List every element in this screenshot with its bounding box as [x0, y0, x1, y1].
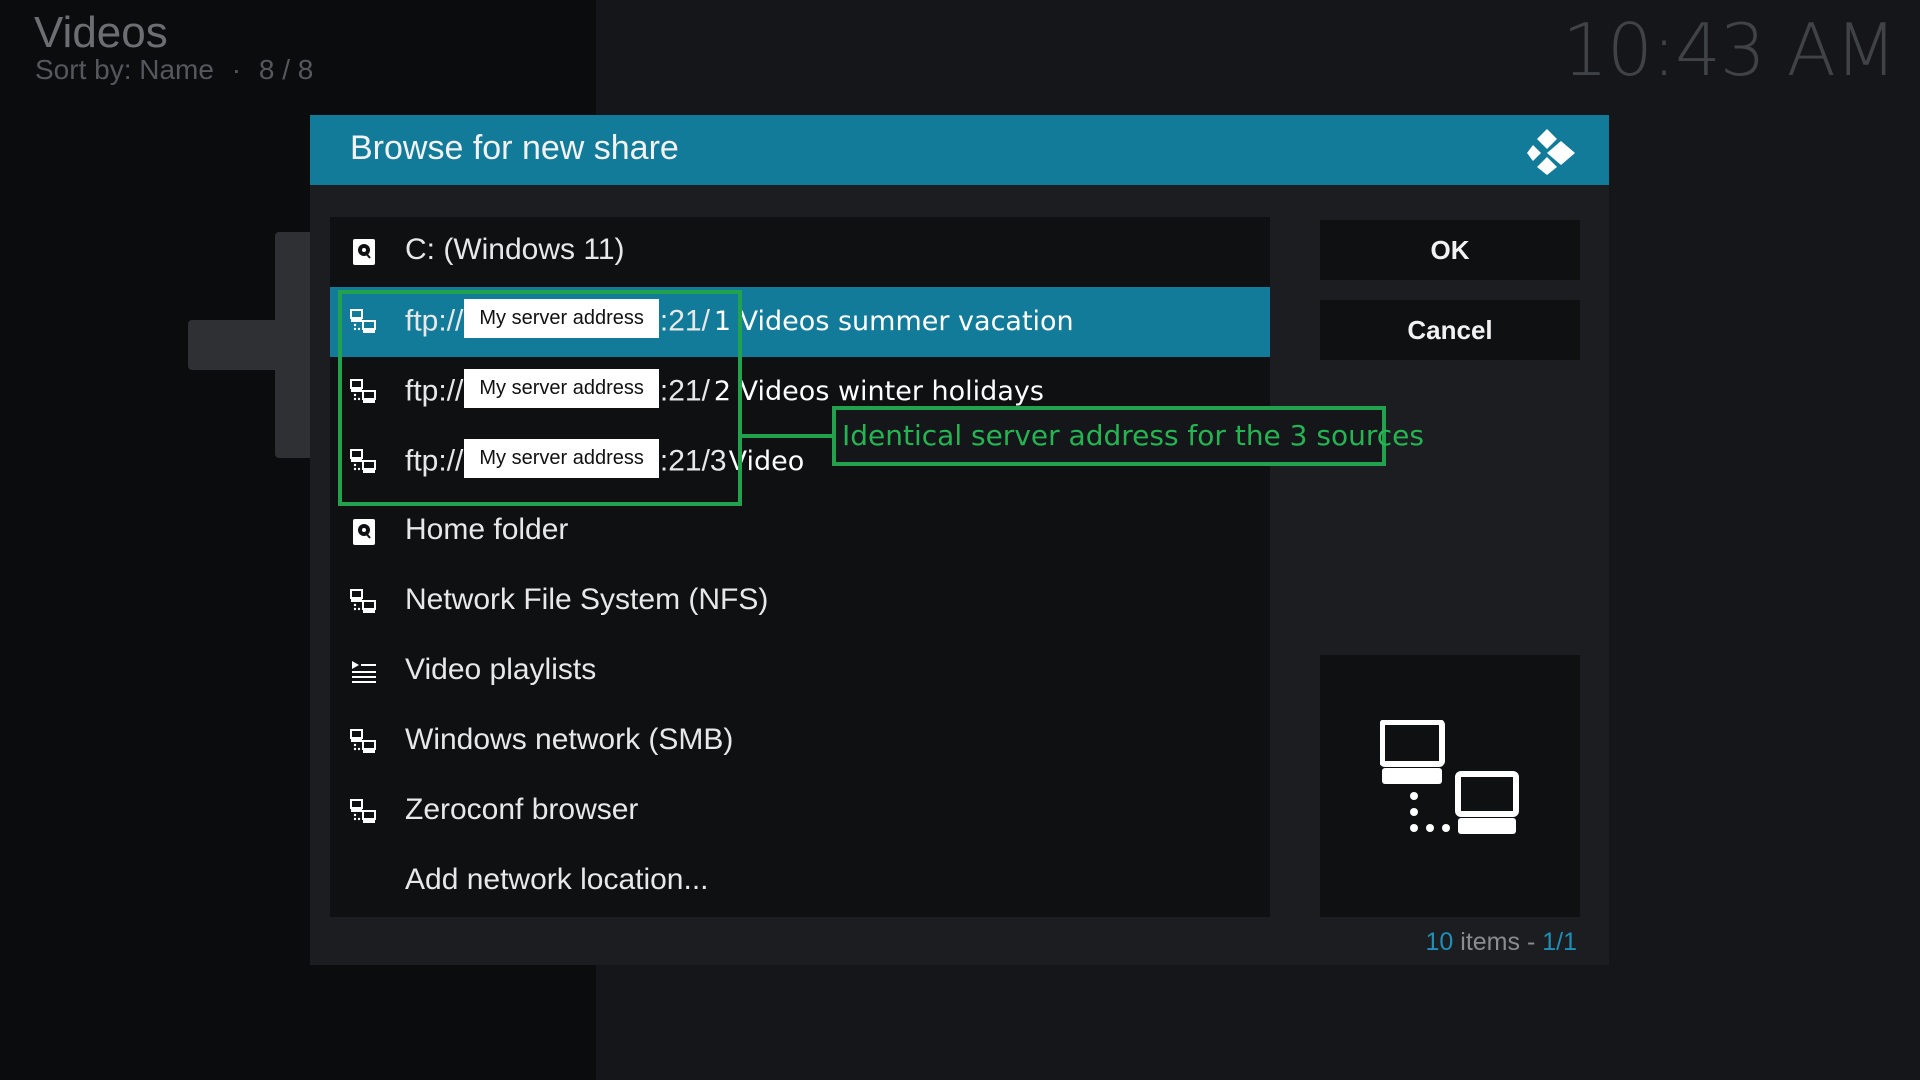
- cancel-button[interactable]: Cancel: [1320, 300, 1580, 360]
- item-position: 8 / 8: [258, 54, 314, 85]
- sort-separator: ·: [231, 54, 242, 85]
- playlist-icon: [352, 661, 376, 683]
- page-indicator: 1/1: [1542, 928, 1577, 956]
- list-item[interactable]: Network File System (NFS): [330, 567, 1270, 637]
- list-item-label: Network File System (NFS): [405, 583, 769, 616]
- hard-drive-icon: [353, 239, 375, 265]
- list-item-label: C: (Windows 11): [405, 233, 625, 266]
- list-item[interactable]: Home folder: [330, 497, 1270, 567]
- list-item-label: Home folder: [405, 513, 569, 546]
- item-count-total: 10: [1425, 928, 1454, 956]
- browse-share-dialog: Browse for new share C: (Windows 11) ftp…: [310, 115, 1609, 965]
- add-source-plus-icon-bar: [188, 320, 328, 370]
- list-item[interactable]: Windows network (SMB): [330, 707, 1270, 777]
- list-item-label: Windows network (SMB): [405, 723, 734, 756]
- clock: 10:43 AM: [1562, 8, 1897, 92]
- list-item-label: Zeroconf browser: [405, 793, 639, 826]
- dialog-title-bar: Browse for new share: [310, 115, 1609, 185]
- list-item[interactable]: C: (Windows 11): [330, 217, 1270, 287]
- ok-button[interactable]: OK: [1320, 220, 1580, 280]
- kodi-logo-icon: [1527, 129, 1575, 175]
- annotation-text: Identical server address for the 3 sourc…: [842, 419, 1424, 452]
- dialog-title: Browse for new share: [350, 129, 679, 167]
- list-item-label: Add network location...: [405, 863, 709, 896]
- network-icon: [350, 799, 376, 823]
- list-item[interactable]: Add network location...: [330, 847, 1270, 917]
- annotation-callout: Identical server address for the 3 sourc…: [832, 406, 1424, 466]
- url-path-label: 2 Videos winter holidays: [713, 376, 1044, 408]
- list-item[interactable]: Video playlists: [330, 637, 1270, 707]
- list-item-label: Video playlists: [405, 653, 597, 686]
- sort-label: Sort by: Name: [35, 54, 214, 85]
- list-item[interactable]: Zeroconf browser: [330, 777, 1270, 847]
- annotation-highlight-box: [338, 290, 742, 506]
- url-path-label: 1 Videos summer vacation: [713, 306, 1074, 338]
- network-icon: [1380, 720, 1519, 834]
- sort-info: Sort by: Name · 8 / 8: [35, 54, 313, 86]
- network-icon: [350, 589, 376, 613]
- annotation-connector: [742, 434, 834, 438]
- item-thumbnail: [1320, 655, 1580, 917]
- page-title: Videos: [34, 8, 168, 57]
- item-count: 10 items - 1/1: [1426, 928, 1577, 957]
- network-icon: [350, 729, 376, 753]
- hard-drive-icon: [353, 519, 375, 545]
- item-count-text: items -: [1453, 928, 1543, 956]
